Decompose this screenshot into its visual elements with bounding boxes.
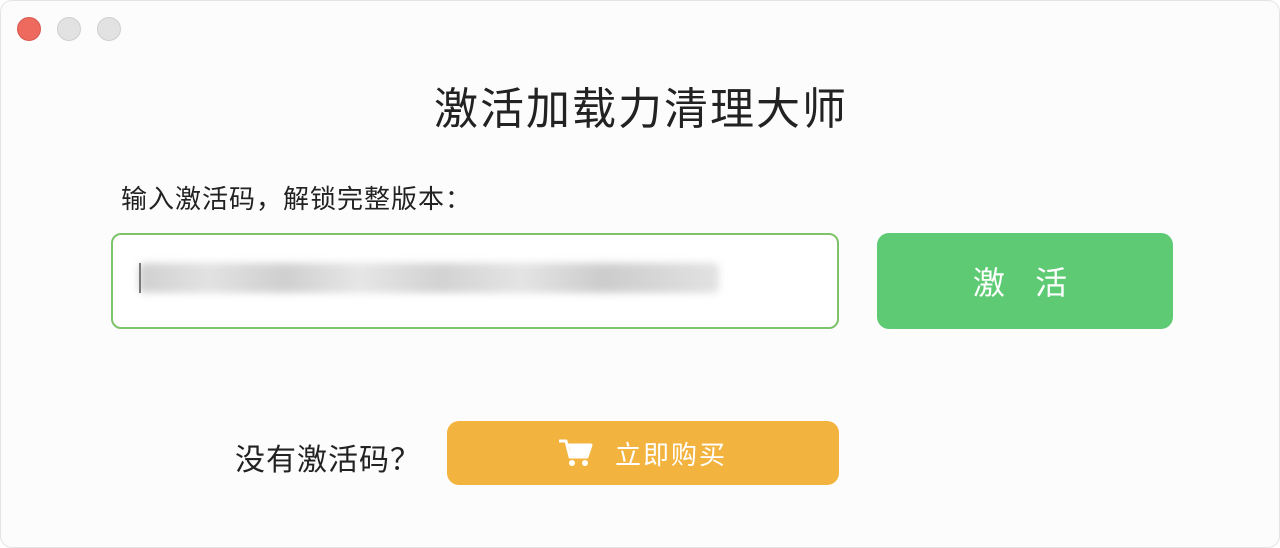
buy-now-label: 立即购买 <box>614 440 727 471</box>
text-cursor <box>139 263 141 293</box>
shopping-cart-icon <box>558 439 593 466</box>
dialog-title: 激活加载力清理大师 <box>434 84 848 135</box>
window-maximize-button[interactable] <box>97 17 121 41</box>
no-code-label: 没有激活码？ <box>235 443 421 478</box>
activation-prompt: 输入激活码，解锁完整版本： <box>121 185 473 215</box>
activation-window: 激活加载力清理大师 输入激活码，解锁完整版本： 激 活 没有激活码？ 立即购买 <box>0 0 1280 548</box>
buy-now-button[interactable]: 立即购买 <box>447 421 839 485</box>
activation-code-input[interactable] <box>111 233 839 329</box>
redacted-code-text <box>139 263 719 293</box>
window-minimize-button[interactable] <box>57 17 81 41</box>
window-close-button[interactable] <box>17 17 41 41</box>
activate-button[interactable]: 激 活 <box>877 233 1173 329</box>
